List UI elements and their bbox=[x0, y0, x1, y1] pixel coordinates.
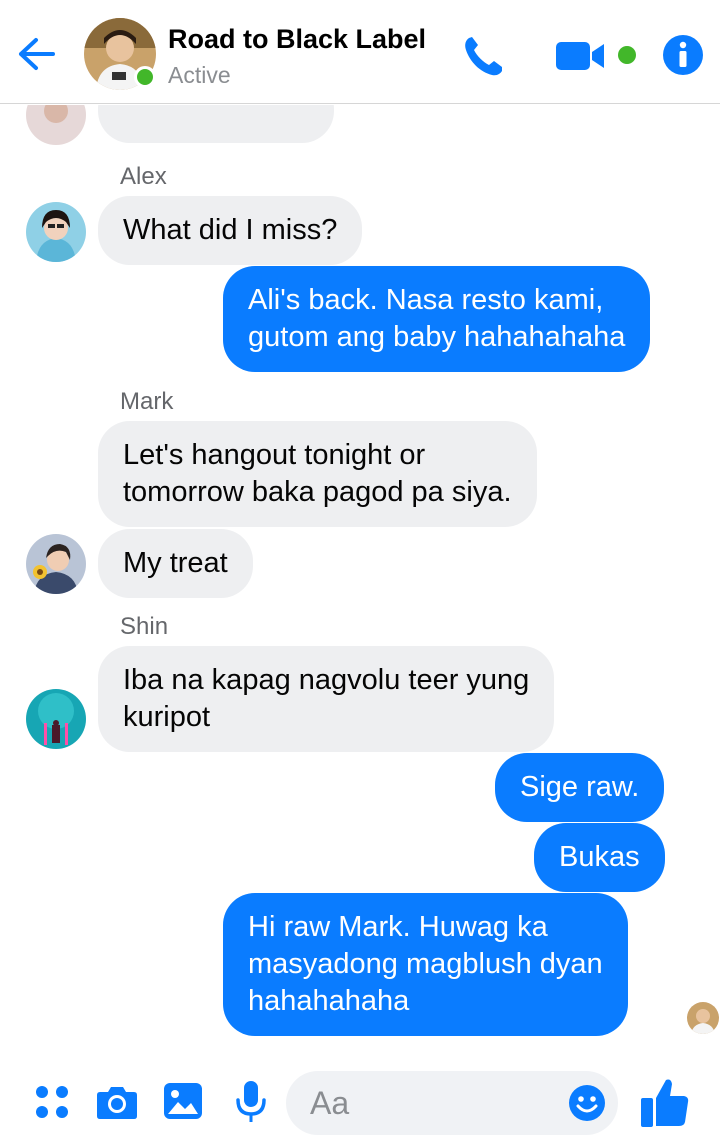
back-arrow-icon[interactable] bbox=[16, 36, 56, 72]
apps-icon[interactable] bbox=[34, 1084, 70, 1120]
message-line: gutom ang baby hahahahaha bbox=[248, 321, 626, 353]
message-line: hahahahaha bbox=[248, 985, 410, 1017]
message-line: tomorrow baka pagod pa siya. bbox=[123, 476, 512, 508]
seen-receipt-avatar bbox=[687, 1002, 719, 1034]
avatar bbox=[26, 105, 86, 145]
message-bubble-incoming[interactable]: What did I miss? bbox=[98, 196, 363, 265]
video-camera-icon[interactable] bbox=[556, 40, 606, 72]
message-line: masyadong magblush dyan bbox=[248, 948, 603, 980]
phone-icon[interactable] bbox=[460, 34, 508, 78]
conversation-title[interactable]: Road to Black Label bbox=[168, 24, 426, 55]
sender-name: Alex bbox=[120, 163, 167, 190]
message-line: Ali's back. Nasa resto kami, bbox=[248, 284, 604, 316]
message-bubble-incoming[interactable]: My treat bbox=[98, 529, 253, 598]
message-bubble-outgoing[interactable]: Sige raw. bbox=[495, 753, 665, 822]
sender-name: Mark bbox=[120, 388, 174, 415]
conversation-header: Road to Black Label Active bbox=[0, 0, 720, 104]
video-active-dot bbox=[618, 46, 636, 64]
active-status-indicator bbox=[134, 66, 156, 88]
avatar-alex[interactable] bbox=[26, 202, 86, 262]
active-status-text: Active bbox=[168, 62, 231, 88]
avatar-shin[interactable] bbox=[26, 689, 86, 749]
thumbs-up-icon[interactable] bbox=[640, 1076, 690, 1128]
emoji-icon[interactable] bbox=[568, 1084, 606, 1122]
message-line: kuripot bbox=[123, 701, 211, 733]
gallery-icon[interactable] bbox=[163, 1082, 203, 1120]
message-line: Let's hangout tonight or bbox=[123, 439, 426, 471]
message-input[interactable]: Aa bbox=[286, 1071, 618, 1135]
message-list[interactable]: Alex What did I miss? Ali's back. Nasa r… bbox=[0, 105, 720, 1050]
microphone-icon[interactable] bbox=[234, 1080, 268, 1124]
message-composer: Aa bbox=[0, 1052, 720, 1142]
message-bubble-partial[interactable] bbox=[98, 105, 334, 143]
sender-name: Shin bbox=[120, 613, 169, 640]
camera-icon[interactable] bbox=[96, 1084, 138, 1120]
message-bubble-outgoing[interactable]: Bukas bbox=[534, 823, 665, 892]
message-bubble-incoming[interactable]: Iba na kapag nagvolu teer yung kuripot bbox=[98, 646, 555, 752]
message-bubble-outgoing[interactable]: Hi raw Mark. Huwag ka masyadong magblush… bbox=[223, 893, 628, 1036]
message-input-placeholder: Aa bbox=[310, 1085, 350, 1121]
avatar-mark[interactable] bbox=[26, 534, 86, 594]
message-line: Hi raw Mark. Huwag ka bbox=[248, 911, 548, 943]
info-icon[interactable] bbox=[662, 34, 704, 76]
message-line: Iba na kapag nagvolu teer yung bbox=[123, 664, 530, 696]
message-bubble-outgoing[interactable]: Ali's back. Nasa resto kami, gutom ang b… bbox=[223, 266, 651, 372]
message-bubble-incoming[interactable]: Let's hangout tonight or tomorrow baka p… bbox=[98, 421, 537, 527]
